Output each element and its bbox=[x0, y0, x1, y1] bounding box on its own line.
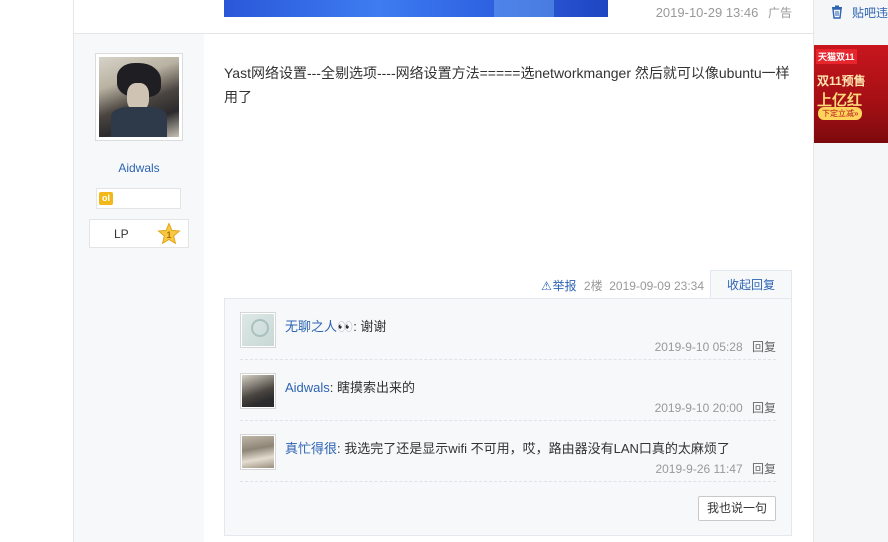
reply-item: 真忙得很: 我选完了还是显示wifi 不可用，哎，路由器没有LAN口真的太麻烦了… bbox=[240, 421, 776, 482]
reply-list: 无聊之人👀: 谢谢 2019-9-10 05:28 回复 Aidwals: 瞎摸… bbox=[224, 298, 792, 536]
ad-timestamp: 2019-10-29 13:46 bbox=[655, 5, 759, 20]
level-name: LP bbox=[114, 227, 129, 241]
author-column: Aidwals ol LP 1 bbox=[74, 34, 204, 542]
reply-avatar-default[interactable] bbox=[240, 312, 276, 348]
member-badge-icon[interactable]: ol bbox=[99, 192, 113, 205]
trash-icon bbox=[832, 5, 842, 19]
reply-link[interactable]: 回复 bbox=[752, 401, 776, 415]
reply-username[interactable]: 无聊之人👀 bbox=[285, 319, 353, 334]
reply-time: 2019-9-10 05:28 bbox=[654, 340, 743, 354]
reply-username[interactable]: 真忙得很 bbox=[285, 441, 337, 456]
rail-link-label: 贴吧违 bbox=[852, 6, 888, 20]
rail-ad-banner[interactable]: 天猫双11 双11预售 上亿红 下定立减» bbox=[814, 45, 888, 143]
warning-icon: ⚠ bbox=[541, 279, 552, 293]
floor-number: 2楼 bbox=[583, 279, 603, 293]
post-content: Yast网络设置---全剔选项----网络设置方法=====选networkma… bbox=[224, 65, 790, 105]
add-comment-button[interactable]: 我也说一句 bbox=[698, 496, 776, 521]
post-time: 2019-09-09 23:34 bbox=[609, 279, 704, 293]
reply-text: 谢谢 bbox=[360, 319, 387, 334]
reply-time: 2019-9-10 20:00 bbox=[654, 401, 743, 415]
reply-text: 我选完了还是显示wifi 不可用，哎，路由器没有LAN口真的太麻烦了 bbox=[344, 441, 730, 456]
post-meta: ⚠举报 2楼 2019-09-09 23:34 bbox=[541, 277, 704, 294]
report-label: 举报 bbox=[552, 279, 577, 293]
post-area: 2019-10-29 13:46 广告 Aidwals ol LP 1 Yast… bbox=[74, 0, 814, 542]
author-avatar[interactable] bbox=[95, 53, 183, 141]
ad-row: 2019-10-29 13:46 广告 bbox=[74, 0, 814, 34]
ad-brand: 天猫双11 bbox=[816, 49, 857, 64]
rail-report-link[interactable]: 贴吧违 bbox=[830, 4, 888, 21]
reply-avatar-anime[interactable] bbox=[240, 373, 276, 409]
ad-banner-image[interactable] bbox=[224, 0, 608, 17]
reply-text: 瞎摸索出来的 bbox=[337, 380, 416, 395]
level-star-icon: 1 bbox=[157, 222, 181, 245]
ad-cta[interactable]: 下定立减» bbox=[818, 107, 863, 120]
left-gutter bbox=[0, 0, 74, 542]
ad-line-1: 双11预售 bbox=[817, 74, 866, 88]
author-badge-row: ol bbox=[96, 188, 181, 209]
author-level-box[interactable]: LP 1 bbox=[89, 219, 189, 248]
reply-username[interactable]: Aidwals bbox=[285, 380, 330, 395]
reply-item: 无聊之人👀: 谢谢 2019-9-10 05:28 回复 bbox=[240, 299, 776, 360]
post-footer: ⚠举报 2楼 2019-09-09 23:34 收起回复 bbox=[224, 270, 792, 299]
reply-item: Aidwals: 瞎摸索出来的 2019-9-10 20:00 回复 bbox=[240, 360, 776, 421]
reply-link[interactable]: 回复 bbox=[752, 340, 776, 354]
author-name[interactable]: Aidwals bbox=[74, 161, 204, 175]
ad-label: 广告 bbox=[767, 6, 792, 20]
ad-meta: 2019-10-29 13:46 广告 bbox=[656, 4, 792, 21]
reply-avatar-book[interactable] bbox=[240, 434, 276, 470]
right-rail: 贴吧违 天猫双11 双11预售 上亿红 下定立减» bbox=[814, 0, 888, 542]
level-number: 1 bbox=[166, 230, 171, 240]
reply-link[interactable]: 回复 bbox=[752, 462, 776, 476]
fold-reply-button[interactable]: 收起回复 bbox=[710, 270, 792, 299]
reply-time: 2019-9-26 11:47 bbox=[655, 462, 743, 476]
report-link[interactable]: ⚠举报 bbox=[541, 279, 577, 293]
